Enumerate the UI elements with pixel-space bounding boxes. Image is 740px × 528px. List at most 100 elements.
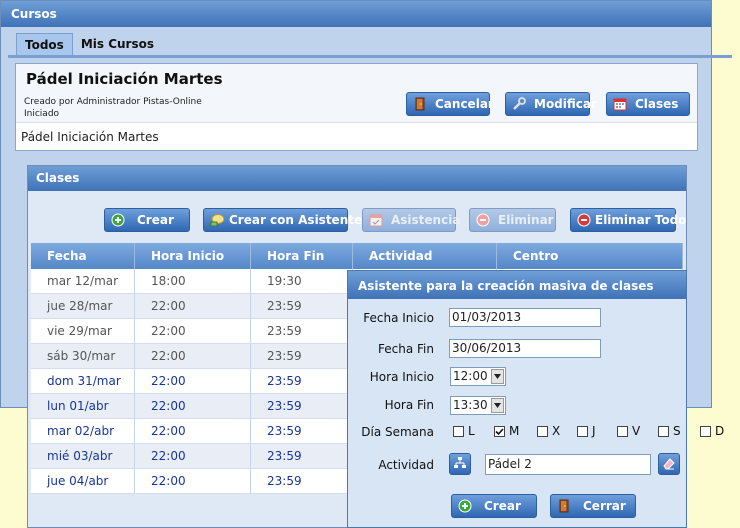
col-centro[interactable]: Centro — [496, 243, 683, 269]
cell-hora-inicio: 22:00 — [134, 368, 251, 394]
day-label: X — [552, 424, 561, 438]
day-label: S — [673, 424, 681, 438]
day-checkbox-l[interactable]: L — [453, 424, 475, 438]
remove-icon — [476, 213, 490, 227]
eliminar-button[interactable]: Eliminar — [469, 208, 556, 232]
cursos-window-title: Cursos — [1, 1, 711, 27]
cell-hora-inicio: 22:00 — [134, 293, 251, 319]
cell-hora-fin: 23:59 — [250, 343, 353, 369]
wizard-cerrar-button[interactable]: Cerrar — [550, 494, 636, 518]
cell-fecha: sáb 30/mar — [31, 343, 135, 369]
checkbox[interactable] — [617, 425, 628, 437]
day-checkbox-x[interactable]: X — [537, 424, 560, 438]
day-checkbox-m[interactable]: M — [494, 424, 519, 438]
fecha-inicio-field[interactable]: 01/03/2013 — [449, 308, 601, 327]
cell-hora-fin: 23:59 — [250, 368, 353, 394]
table-header-row: Fecha Hora Inicio Hora Fin Actividad Cen… — [31, 243, 683, 269]
fecha-fin-label: Fecha Fin — [378, 342, 434, 356]
course-meta: Creado por Administrador Pistas-Online I… — [24, 96, 202, 120]
hora-fin-label: Hora Fin — [384, 398, 434, 412]
dia-semana-label: Día Semana — [361, 425, 434, 439]
cell-hora-fin: 23:59 — [250, 418, 353, 444]
eliminar-label: Eliminar — [498, 213, 554, 227]
cell-hora-fin: 23:59 — [250, 293, 353, 319]
col-fecha[interactable]: Fecha — [31, 243, 135, 269]
fecha-inicio-label: Fecha Inicio — [363, 311, 434, 325]
cell-hora-inicio: 22:00 — [134, 443, 251, 469]
course-status: Iniciado — [24, 109, 60, 119]
crear-clase-label: Crear — [137, 213, 174, 227]
fecha-fin-field[interactable]: 30/06/2013 — [449, 339, 601, 358]
modificar-label: Modificar — [534, 97, 597, 111]
cell-fecha: dom 31/mar — [31, 368, 135, 394]
remove-all-icon — [577, 213, 591, 227]
day-checkbox-d[interactable]: D — [700, 424, 724, 438]
day-label: D — [715, 424, 725, 438]
cell-hora-fin: 23:59 — [250, 443, 353, 469]
day-label: V — [632, 424, 641, 438]
chevron-down-icon[interactable] — [491, 369, 504, 384]
cell-fecha: jue 28/mar — [31, 293, 135, 319]
col-hora-inicio[interactable]: Hora Inicio — [134, 243, 251, 269]
col-hora-fin[interactable]: Hora Fin — [250, 243, 353, 269]
asistencia-label: Asistencia — [391, 213, 461, 227]
cell-hora-inicio: 18:00 — [134, 269, 251, 294]
tab-todos[interactable]: Todos — [16, 33, 73, 55]
modificar-button[interactable]: Modificar — [505, 92, 597, 116]
cell-fecha: mié 03/abr — [31, 443, 135, 469]
course-description: Pádel Iniciación Martes — [16, 122, 697, 153]
hora-fin-select[interactable]: 13:30 — [450, 396, 506, 415]
wizard-crear-label: Crear — [484, 499, 521, 513]
cell-fecha: lun 01/abr — [31, 393, 135, 419]
checkbox-checked[interactable] — [494, 425, 505, 437]
tab-mis-cursos[interactable]: Mis Cursos — [73, 33, 162, 55]
wizard-crear-button[interactable]: Crear — [451, 494, 537, 518]
checkbox[interactable] — [453, 425, 464, 437]
checkbox[interactable] — [537, 425, 548, 437]
day-label: J — [592, 424, 596, 438]
clases-button[interactable]: Clases — [606, 92, 690, 116]
cell-hora-fin: 23:59 — [250, 468, 353, 494]
cancelar-label: Cancelar — [435, 97, 494, 111]
hora-fin-value: 13:30 — [453, 398, 488, 412]
cell-hora-inicio: 22:00 — [134, 343, 251, 369]
clear-activity-button[interactable] — [658, 453, 680, 475]
cancelar-button[interactable]: Cancelar — [406, 92, 494, 116]
tree-icon — [453, 456, 467, 473]
cell-hora-fin: 23:59 — [250, 318, 353, 344]
chevron-down-icon[interactable] — [491, 398, 504, 413]
crear-con-asistente-label: Crear con Asistente — [229, 213, 363, 227]
cell-hora-inicio: 22:00 — [134, 393, 251, 419]
attendance-icon — [369, 213, 383, 227]
checkbox[interactable] — [700, 425, 711, 437]
add-icon — [111, 213, 125, 227]
asistencia-button[interactable]: Asistencia — [362, 208, 460, 232]
tab-underline — [8, 55, 732, 58]
select-activity-button[interactable] — [449, 453, 471, 475]
cell-hora-inicio: 22:00 — [134, 318, 251, 344]
cell-fecha: vie 29/mar — [31, 318, 135, 344]
actividad-field[interactable]: Pádel 2 — [485, 454, 651, 475]
hora-inicio-select[interactable]: 12:00 — [450, 367, 506, 386]
cell-fecha: mar 12/mar — [31, 269, 135, 294]
eliminar-todo-label: Eliminar Todo — [595, 213, 687, 227]
cell-fecha: mar 02/abr — [31, 418, 135, 444]
checkbox[interactable] — [658, 425, 669, 437]
eliminar-todo-button[interactable]: Eliminar Todo — [570, 208, 686, 232]
course-title: Pádel Iniciación Martes — [26, 70, 223, 88]
col-actividad[interactable]: Actividad — [352, 243, 497, 269]
actividad-label: Actividad — [378, 458, 434, 472]
crear-clase-button[interactable]: Crear — [104, 208, 190, 232]
crear-con-asistente-button[interactable]: Crear con Asistente — [203, 208, 362, 232]
day-checkbox-j[interactable]: J — [577, 424, 596, 438]
checkbox[interactable] — [577, 425, 588, 437]
hora-inicio-label: Hora Inicio — [369, 370, 434, 384]
wrench-icon — [512, 97, 526, 111]
day-checkbox-s[interactable]: S — [658, 424, 681, 438]
add-icon — [458, 499, 472, 513]
cell-hora-inicio: 22:00 — [134, 418, 251, 444]
course-created-by: Creado por Administrador Pistas-Online — [24, 97, 202, 107]
door-icon — [557, 499, 571, 513]
day-checkbox-v[interactable]: V — [617, 424, 640, 438]
cell-fecha: jue 04/abr — [31, 468, 135, 494]
